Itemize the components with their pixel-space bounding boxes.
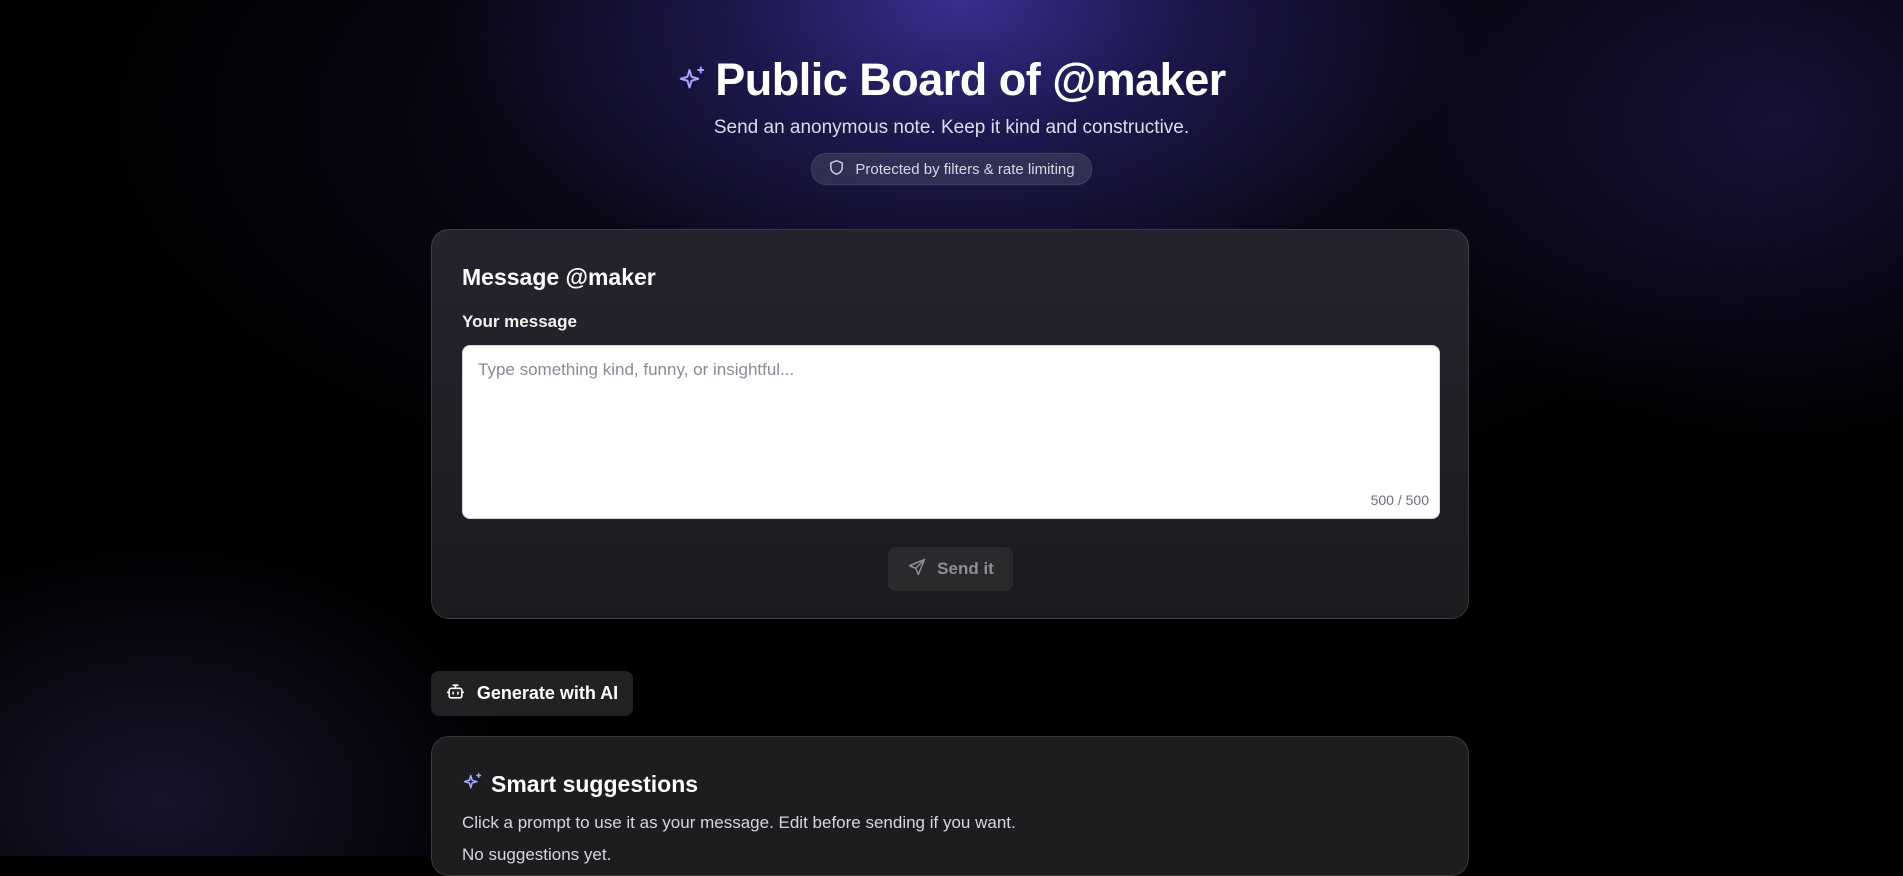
character-counter: 500 / 500 — [1370, 492, 1429, 508]
suggestions-card: Smart suggestions Click a prompt to use … — [431, 736, 1469, 876]
page: Public Board of @maker Send an anonymous… — [0, 0, 1903, 876]
suggestions-empty-text: No suggestions yet. — [462, 845, 612, 864]
suggestions-subtitle: Click a prompt to use it as your message… — [462, 813, 1016, 832]
send-button[interactable]: Send it — [888, 547, 1013, 591]
send-button-label: Send it — [937, 559, 994, 578]
message-card: Message @maker Your message 500 / 500 Se… — [431, 229, 1469, 619]
message-input-wrapper: 500 / 500 — [462, 345, 1440, 519]
sparkles-icon — [677, 65, 707, 95]
generate-with-ai-button[interactable]: Generate with AI — [431, 671, 633, 716]
sparkles-icon — [462, 772, 483, 798]
protection-badge-label: Protected by filters & rate limiting — [855, 160, 1075, 178]
suggestions-title-row: Smart suggestions — [462, 771, 698, 798]
shield-icon — [828, 159, 845, 180]
message-card-title: Message @maker — [462, 264, 656, 290]
bot-icon — [446, 682, 465, 706]
page-header: Public Board of @maker Send an anonymous… — [0, 52, 1903, 185]
page-title: Public Board of @maker — [715, 54, 1226, 105]
suggestions-title: Smart suggestions — [491, 771, 699, 797]
title-row: Public Board of @maker — [0, 52, 1903, 108]
message-input[interactable] — [463, 346, 1439, 518]
generate-with-ai-label: Generate with AI — [476, 683, 619, 703]
protection-badge: Protected by filters & rate limiting — [811, 153, 1092, 185]
message-field-label: Your message — [462, 312, 577, 331]
page-subtitle: Send an anonymous note. Keep it kind and… — [713, 117, 1190, 138]
send-icon — [907, 557, 927, 582]
